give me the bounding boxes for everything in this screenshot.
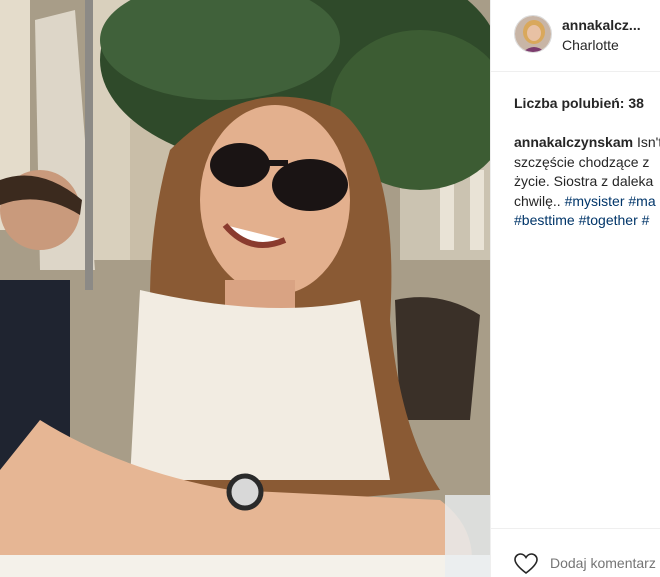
username-link[interactable]: annakalcz... [562, 17, 641, 33]
caption-text: chwilę.. [514, 192, 565, 209]
hashtag-link[interactable]: #ma [628, 193, 655, 209]
heart-outline-icon[interactable] [514, 553, 538, 575]
post-sidebar: annakalcz... Charlotte Liczba polubień: … [490, 0, 660, 577]
caption-text: Isn't [633, 134, 660, 150]
hashtag-link[interactable]: #mysister [565, 193, 625, 209]
caption-author-link[interactable]: annakalczynskam [514, 134, 633, 150]
comment-input[interactable] [550, 555, 660, 571]
caption-line-5: #besttime #together # [514, 211, 660, 231]
avatar-image [515, 16, 551, 52]
location-link[interactable]: Charlotte [562, 37, 619, 53]
hashtag-link[interactable]: # [642, 212, 650, 228]
caption-line-3: życie. Siostra z daleka [514, 173, 654, 189]
likes-count: Liczba polubień: 38 [514, 95, 644, 111]
hashtag-link[interactable]: #besttime [514, 212, 575, 228]
post-caption: annakalczynskam Isn't szczęście chodzące… [514, 133, 660, 231]
caption-line-4: chwilę.. #mysister #ma [514, 192, 660, 212]
hashtag-link[interactable]: #together [579, 212, 638, 228]
post-footer [491, 528, 660, 577]
post-photo-illustration [0, 0, 490, 577]
caption-line-2: szczęście chodzące z [514, 153, 650, 170]
post-header: annakalcz... Charlotte [491, 0, 660, 72]
post-photo[interactable] [0, 0, 490, 577]
caption-line-1: annakalczynskam Isn't [514, 133, 660, 153]
avatar[interactable] [514, 15, 552, 53]
heart-outline-icon-svg [514, 553, 538, 575]
